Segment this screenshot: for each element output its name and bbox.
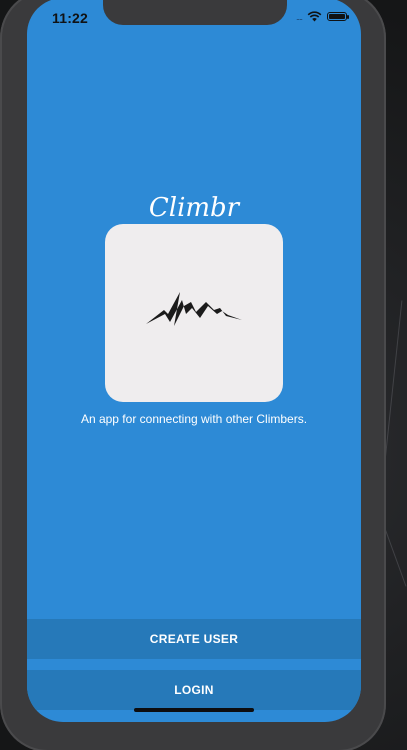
login-button[interactable]: LOGIN [27, 670, 361, 710]
app-screen: 11:22 .... Climbr An app for connecting … [27, 0, 361, 722]
phone-notch [103, 0, 287, 25]
app-title: Climbr [148, 193, 240, 223]
home-indicator[interactable] [134, 708, 254, 712]
logo-card [105, 224, 283, 402]
status-time: 11:22 [52, 10, 89, 26]
phone-frame: 11:22 .... Climbr An app for connecting … [0, 0, 386, 750]
status-icons: .... [295, 11, 349, 22]
mountain-icon [146, 292, 242, 326]
battery-level [329, 14, 345, 19]
app-tagline: An app for connecting with other Climber… [80, 412, 308, 426]
signal-icon: .... [295, 11, 303, 22]
create-user-button[interactable]: CREATE USER [27, 619, 361, 659]
battery-icon [327, 12, 349, 21]
wifi-icon [307, 11, 322, 22]
